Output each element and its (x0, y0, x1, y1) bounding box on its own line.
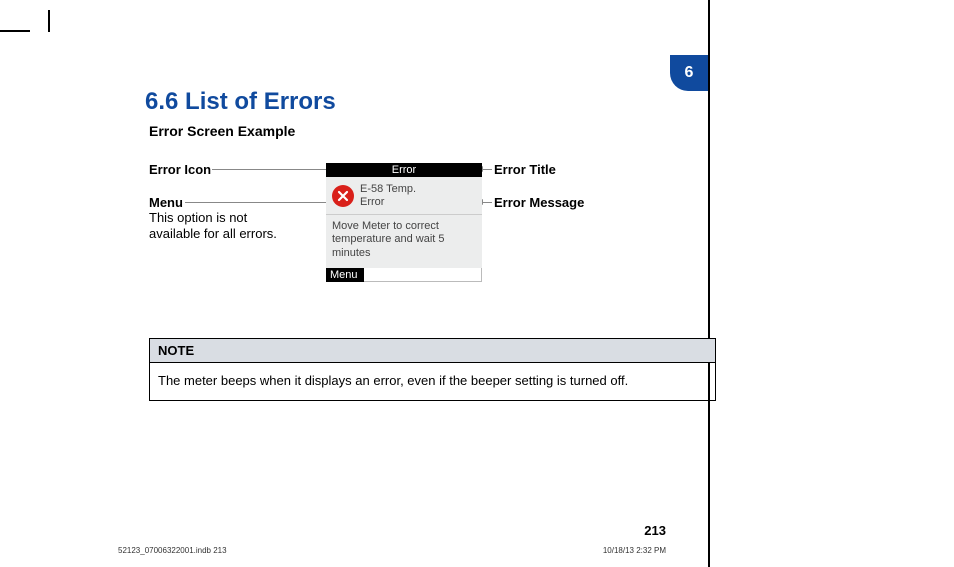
device-menu-softkey: Menu (326, 268, 364, 282)
leader-line (185, 202, 326, 203)
callout-error-message: Error Message (494, 195, 584, 210)
crop-mark (0, 30, 30, 32)
callout-error-title: Error Title (494, 162, 556, 177)
device-error-line: Error (360, 196, 416, 209)
callout-error-icon: Error Icon (149, 162, 211, 177)
crop-rule-right (708, 0, 710, 567)
callout-label: Error Message (494, 195, 584, 210)
leader-line (482, 169, 492, 170)
device-body-text: Move Meter to correct temperature and wa… (326, 215, 482, 268)
footer-datetime: 10/18/13 2:32 PM (603, 546, 666, 555)
note-box: NOTE The meter beeps when it displays an… (149, 338, 716, 401)
section-subheading: Error Screen Example (149, 123, 295, 139)
footer-filename: 52123_07006322001.indb 213 (118, 546, 227, 555)
chapter-tab: 6 (670, 55, 708, 91)
page-number: 213 (644, 523, 666, 538)
device-error-message: E-58 Temp. Error (360, 183, 416, 208)
leader-line (482, 202, 492, 203)
callout-label: Error Icon (149, 162, 211, 177)
section-heading: 6.6 List of Errors (145, 88, 336, 116)
callout-text: This option is not available for all err… (149, 210, 299, 243)
page: 6 6.6 List of Errors Error Screen Exampl… (50, 0, 708, 567)
device-screenshot: Error E-58 Temp. Error Move Meter to cor… (326, 163, 482, 282)
note-body: The meter beeps when it displays an erro… (150, 363, 715, 400)
error-x-icon (332, 185, 354, 207)
callout-label: Error Title (494, 162, 556, 177)
device-titlebar: Error (326, 163, 482, 177)
note-label: NOTE (150, 339, 715, 363)
device-error-row: E-58 Temp. Error (326, 177, 482, 215)
device-error-line: E-58 Temp. (360, 183, 416, 196)
leader-line (212, 169, 328, 170)
